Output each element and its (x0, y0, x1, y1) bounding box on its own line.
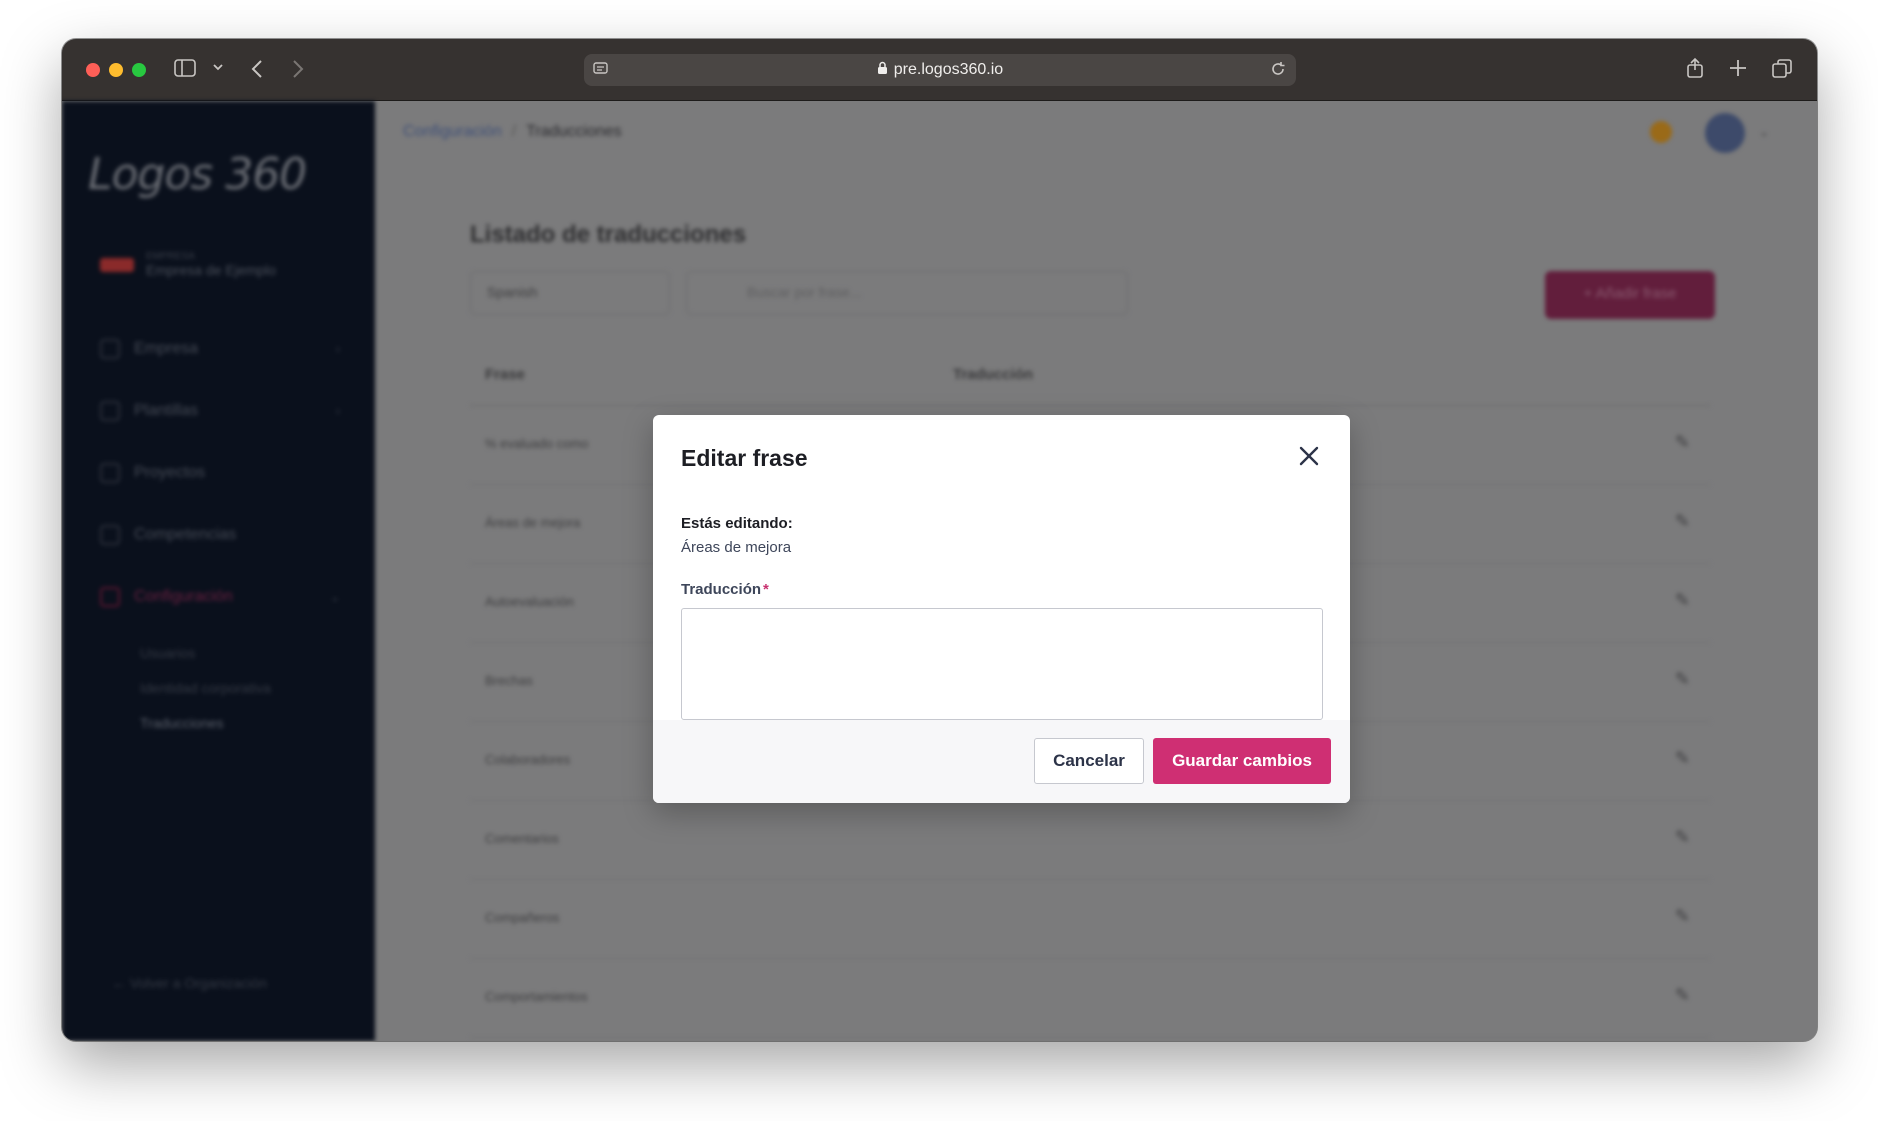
phrase-cell: Colaboradores (485, 752, 571, 767)
sidebar-subitem-usuarios[interactable]: Usuarios (140, 645, 195, 661)
add-phrase-button[interactable]: + Añadir frase (1545, 271, 1715, 319)
close-icon[interactable] (1296, 443, 1322, 469)
add-phrase-label: Añadir frase (1595, 285, 1677, 302)
modal-title: Editar frase (681, 445, 808, 471)
search-placeholder: Buscar por frase... (747, 284, 862, 300)
list-icon (100, 525, 120, 545)
sidebar-item-label: Configuración (134, 588, 233, 605)
column-header-phrase[interactable]: Frase (485, 366, 525, 383)
breadcrumb-parent[interactable]: Configuración (403, 123, 502, 140)
tabs-overview-icon[interactable] (1772, 59, 1792, 79)
breadcrumb-separator: / (511, 123, 517, 140)
editing-value: Áreas de mejora (681, 539, 792, 556)
language-flag-icon[interactable] (1650, 121, 1672, 143)
sidebar-item-empresa[interactable]: Empresa › (100, 339, 340, 359)
folder-icon (100, 463, 120, 483)
column-header-translation[interactable]: Traducción (953, 366, 1033, 383)
reload-icon[interactable] (1270, 61, 1286, 77)
phrase-cell: Comentarios (485, 831, 559, 846)
logo: Logos 360 (88, 149, 307, 200)
lock-icon (877, 61, 888, 80)
arrow-left-icon: ← (112, 975, 126, 991)
breadcrumb: Configuración / Traducciones (403, 123, 622, 141)
sidebar-item-proyectos[interactable]: Proyectos (100, 463, 340, 483)
sidebar-item-label: Competencias (134, 526, 237, 543)
settings-icon (100, 587, 120, 607)
edit-pencil-icon[interactable]: ✎ (1675, 748, 1690, 769)
sidebar-item-label: Proyectos (134, 464, 206, 481)
edit-pencil-icon[interactable]: ✎ (1675, 432, 1690, 453)
edit-phrase-modal: Editar frase Estás editando: Áreas de me… (653, 415, 1350, 803)
share-icon[interactable] (1686, 57, 1704, 79)
sidebar-item-label: Plantillas (134, 402, 199, 419)
building-icon (100, 339, 120, 359)
edit-pencil-icon[interactable]: ✎ (1675, 906, 1690, 927)
sidebar-subitem-identidad[interactable]: Identidad corporativa (140, 680, 271, 696)
sidebar-subitem-traducciones[interactable]: Traducciones (140, 715, 224, 731)
translation-textarea[interactable] (681, 608, 1323, 720)
edit-pencil-icon[interactable]: ✎ (1675, 590, 1690, 611)
url-text: pre.logos360.io (893, 61, 1004, 78)
company-name: Empresa de Ejemplo (146, 262, 276, 278)
back-to-organization-link[interactable]: ← Volver a Organización (112, 975, 267, 991)
sidebar-item-competencias[interactable]: Competencias (100, 525, 340, 545)
search-input[interactable]: Buscar por frase... (686, 271, 1128, 315)
browser-toolbar: pre.logos360.io (62, 39, 1817, 101)
phrase-cell: Áreas de mejora (485, 515, 581, 530)
edit-pencil-icon[interactable]: ✎ (1675, 511, 1690, 532)
translation-label-text: Traducción (681, 581, 762, 598)
sidebar-toggle-icon[interactable] (174, 59, 196, 77)
address-bar[interactable]: pre.logos360.io (584, 54, 1296, 86)
phrase-cell: Compañeros (485, 910, 560, 925)
sidebar: Logos 360 EMPRESA Empresa de Ejemplo Emp… (62, 101, 375, 1041)
table-row: Comentarios ✎ (470, 801, 1710, 880)
breadcrumb-current: Traducciones (526, 123, 622, 140)
table-row: Comportamientos ✎ (470, 959, 1710, 1038)
back-label: Volver a Organización (129, 975, 267, 991)
chevron-down-icon: ⌄ (329, 590, 340, 604)
phrase-cell: Comportamientos (485, 989, 588, 1004)
minimize-window-button[interactable] (109, 63, 123, 77)
new-tab-icon[interactable] (1729, 59, 1747, 77)
edit-pencil-icon[interactable]: ✎ (1675, 669, 1690, 690)
template-icon (100, 401, 120, 421)
phrase-cell: Autoevaluación (485, 594, 574, 609)
editing-label: Estás editando: (681, 515, 793, 532)
company-flag-icon (100, 257, 134, 272)
close-window-button[interactable] (86, 63, 100, 77)
required-mark: * (763, 581, 769, 598)
page-title: Listado de traducciones (470, 221, 747, 248)
back-arrow-icon[interactable] (250, 59, 264, 79)
maximize-window-button[interactable] (132, 63, 146, 77)
phrase-cell: Brechas (485, 673, 533, 688)
sidebar-item-configuracion[interactable]: Configuración ⌄ (100, 587, 340, 607)
modal-footer: Cancelar Guardar cambios (653, 720, 1350, 803)
plus-icon: + (1583, 285, 1593, 302)
chevron-down-icon[interactable] (212, 61, 224, 73)
edit-pencil-icon[interactable]: ✎ (1675, 827, 1690, 848)
phrase-cell: % evaluado como (485, 436, 589, 451)
table-row: Compañeros ✎ (470, 880, 1710, 959)
forward-arrow-icon[interactable] (291, 59, 305, 79)
chevron-right-icon: › (336, 404, 340, 418)
company-selector[interactable]: EMPRESA Empresa de Ejemplo (100, 251, 276, 278)
sidebar-item-label: Empresa (134, 340, 199, 357)
chevron-right-icon: › (336, 342, 340, 356)
sidebar-item-plantillas[interactable]: Plantillas › (100, 401, 340, 421)
company-caption: EMPRESA (146, 251, 195, 262)
language-select[interactable]: Spanish (470, 271, 670, 315)
browser-window: pre.logos360.io Logos 360 EMPRESA Empres… (62, 39, 1817, 1041)
translation-label: Traducción * (681, 581, 769, 598)
cancel-button[interactable]: Cancelar (1034, 738, 1144, 784)
language-select-value: Spanish (487, 284, 538, 300)
save-changes-button[interactable]: Guardar cambios (1153, 738, 1331, 784)
edit-pencil-icon[interactable]: ✎ (1675, 985, 1690, 1006)
chevron-down-icon[interactable]: ⌄ (1759, 125, 1769, 139)
avatar[interactable] (1705, 113, 1745, 153)
table-header: Frase Traducción (470, 346, 1710, 406)
